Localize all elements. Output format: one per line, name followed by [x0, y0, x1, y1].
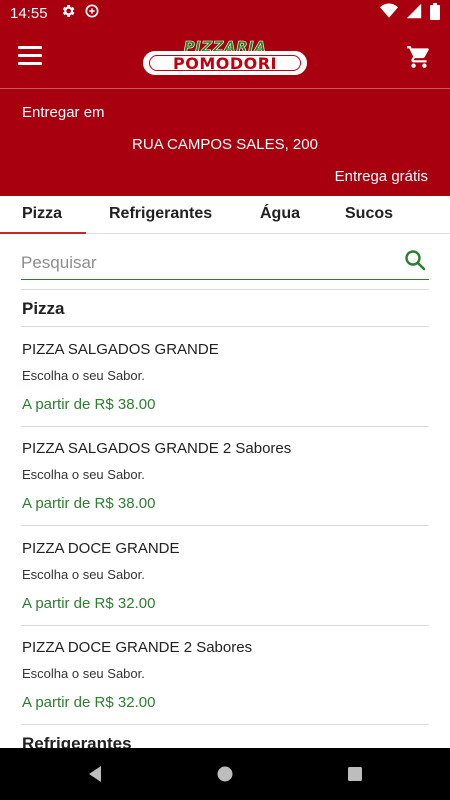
item-name: PIZZA DOCE GRANDE 2 Sabores — [22, 639, 253, 656]
recents-icon[interactable] — [345, 764, 365, 784]
app-bar: PIZZARIA POMODORI — [0, 26, 450, 88]
shopping-cart-icon[interactable] — [406, 44, 432, 70]
item-description: Escolha o seu Sabor. — [22, 467, 145, 482]
tab-agua[interactable]: Água — [260, 205, 300, 223]
item-description: Escolha o seu Sabor. — [22, 666, 145, 681]
divider — [21, 724, 429, 725]
delivery-label: Entregar em — [22, 104, 105, 121]
search-bar — [21, 246, 429, 280]
item-price: A partir de R$ 38.00 — [22, 396, 156, 413]
section-title-pizza: Pizza — [22, 299, 65, 318]
item-description: Escolha o seu Sabor. — [22, 567, 145, 582]
search-icon[interactable] — [403, 248, 427, 272]
delivery-fee: Entrega grátis — [334, 168, 428, 185]
brand-logo-bottom: POMODORI — [172, 53, 277, 73]
back-icon[interactable] — [85, 764, 105, 784]
delivery-address: RUA CAMPOS SALES, 200 — [132, 136, 318, 153]
system-nav-bar — [0, 748, 450, 800]
tab-refrigerantes[interactable]: Refrigerantes — [109, 205, 212, 223]
delivery-panel[interactable]: Entregar em RUA CAMPOS SALES, 200 Entreg… — [0, 88, 450, 196]
battery-icon — [430, 2, 440, 24]
data-saver-icon — [84, 3, 100, 23]
brand-logo: PIZZARIA POMODORI — [143, 38, 307, 78]
category-tabs: Pizza Refrigerantes Água Sucos — [0, 196, 450, 234]
home-icon[interactable] — [215, 764, 235, 784]
tab-pizza[interactable]: Pizza — [22, 205, 62, 223]
settings-icon — [60, 3, 76, 23]
search-input[interactable] — [21, 251, 391, 275]
item-name: PIZZA DOCE GRANDE — [22, 540, 180, 557]
divider — [21, 289, 429, 290]
menu-item[interactable]: PIZZA SALGADOS GRANDE 2 Sabores Escolha … — [0, 426, 450, 525]
hamburger-menu-icon[interactable] — [18, 46, 42, 66]
item-name: PIZZA SALGADOS GRANDE — [22, 341, 219, 358]
menu-item[interactable]: PIZZA DOCE GRANDE 2 Sabores Escolha o se… — [0, 625, 450, 724]
item-name: PIZZA SALGADOS GRANDE 2 Sabores — [22, 440, 292, 457]
menu-item[interactable]: PIZZA SALGADOS GRANDE Escolha o seu Sabo… — [0, 327, 450, 426]
signal-icon — [406, 3, 422, 23]
menu-item[interactable]: PIZZA DOCE GRANDE Escolha o seu Sabor. A… — [0, 526, 450, 625]
item-price: A partir de R$ 32.00 — [22, 694, 156, 711]
wifi-icon — [380, 3, 398, 23]
status-bar: 14:55 — [0, 0, 450, 26]
status-time: 14:55 — [10, 4, 48, 22]
item-price: A partir de R$ 38.00 — [22, 495, 156, 512]
item-price: A partir de R$ 32.00 — [22, 595, 156, 612]
active-tab-indicator — [0, 232, 86, 234]
tab-sucos[interactable]: Sucos — [345, 205, 393, 223]
item-description: Escolha o seu Sabor. — [22, 368, 145, 383]
